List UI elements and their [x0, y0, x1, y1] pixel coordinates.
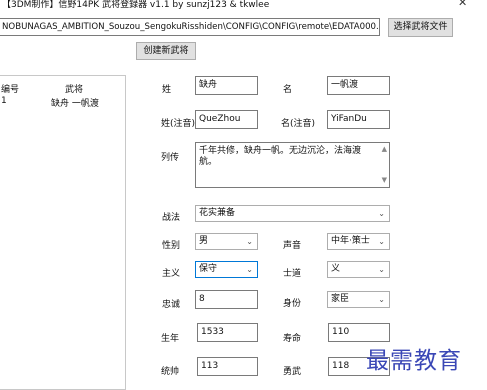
bushido-select[interactable]: 义 ⌄ [327, 261, 390, 278]
given-name-label: 名 [283, 85, 293, 95]
valor-label: 勇武 [283, 367, 302, 377]
birth-year-label: 生年 [161, 334, 180, 344]
file-path-field[interactable]: NOBUNAGAS_AMBITION_Souzou_SengokuRisshid… [0, 18, 380, 36]
surname-reading-field[interactable]: QueZhou [195, 110, 258, 129]
biography-text: 千年共修，缺舟一帆。无边沉沦，法海渡航。 [199, 146, 362, 167]
gender-label: 性别 [162, 241, 181, 251]
officer-list[interactable]: 编号 武将 1 缺舟 一帆渡 [0, 75, 126, 390]
loyalty-field[interactable]: 8 [195, 290, 258, 309]
lifespan-field[interactable]: 110 [328, 323, 390, 342]
given-reading-label: 名(注音) [281, 119, 316, 129]
given-name-field[interactable]: 一帆渡 [327, 76, 390, 95]
chevron-down-icon[interactable]: ⌄ [246, 234, 253, 249]
birth-year-field[interactable]: 1533 [197, 323, 258, 342]
tactic-value: 花实兼备 [199, 208, 236, 218]
lifespan-label: 寿命 [283, 334, 302, 344]
status-value: 家臣 [331, 294, 350, 304]
tactic-select[interactable]: 花实兼备 ⌄ [195, 205, 390, 222]
list-item-id[interactable]: 1 [1, 96, 7, 106]
surname-reading-label: 姓(注音) [161, 119, 196, 129]
column-header-name[interactable]: 武将 [65, 82, 83, 95]
window-title: 【3DM制作】信野14PK 武将登録器 v1.1 by sunzj123 & t… [2, 0, 270, 10]
bushido-label: 士道 [283, 269, 302, 279]
list-item-name[interactable]: 缺舟 一帆渡 [51, 96, 99, 109]
select-file-button[interactable]: 选择武将文件 [388, 18, 453, 37]
close-icon[interactable]: ✕ [458, 0, 467, 9]
title-bar: 【3DM制作】信野14PK 武将登録器 v1.1 by sunzj123 & t… [0, 0, 487, 11]
voice-value: 中年·策士 [331, 236, 370, 246]
surname-label: 姓 [162, 85, 172, 95]
scroll-up-icon[interactable]: ▲ [382, 144, 387, 155]
voice-label: 声音 [283, 241, 302, 251]
bushido-value: 义 [331, 264, 341, 274]
gender-select[interactable]: 男 ⌄ [195, 233, 258, 250]
voice-select[interactable]: 中年·策士 ⌄ [327, 233, 390, 250]
chevron-down-icon[interactable]: ⌄ [378, 262, 385, 277]
chevron-down-icon[interactable]: ⌄ [378, 206, 385, 221]
scroll-down-icon[interactable]: ▼ [382, 175, 387, 186]
tactic-label: 战法 [162, 213, 181, 223]
ideology-select[interactable]: 保守 ⌄ [195, 261, 258, 278]
status-select[interactable]: 家臣 ⌄ [327, 291, 390, 308]
surname-field[interactable]: 缺舟 [195, 76, 258, 95]
command-label: 统帅 [161, 367, 180, 377]
gender-value: 男 [199, 236, 209, 246]
status-label: 身份 [283, 299, 302, 309]
create-officer-button[interactable]: 创建新武将 [136, 42, 196, 60]
chevron-down-icon[interactable]: ⌄ [246, 262, 253, 277]
biography-textarea[interactable]: 千年共修，缺舟一帆。无边沉沦，法海渡航。 ▲ ▼ [195, 142, 390, 188]
chevron-down-icon[interactable]: ⌄ [378, 234, 385, 249]
ideology-label: 主义 [162, 269, 181, 279]
column-header-id[interactable]: 编号 [1, 82, 19, 95]
ideology-value: 保守 [199, 264, 218, 274]
watermark: 最需教育 [366, 348, 462, 374]
command-field[interactable]: 113 [197, 357, 258, 376]
biography-label: 列传 [161, 153, 180, 163]
loyalty-label: 忠诚 [162, 300, 181, 310]
given-reading-field[interactable]: YiFanDu [327, 110, 390, 129]
chevron-down-icon[interactable]: ⌄ [378, 292, 385, 307]
